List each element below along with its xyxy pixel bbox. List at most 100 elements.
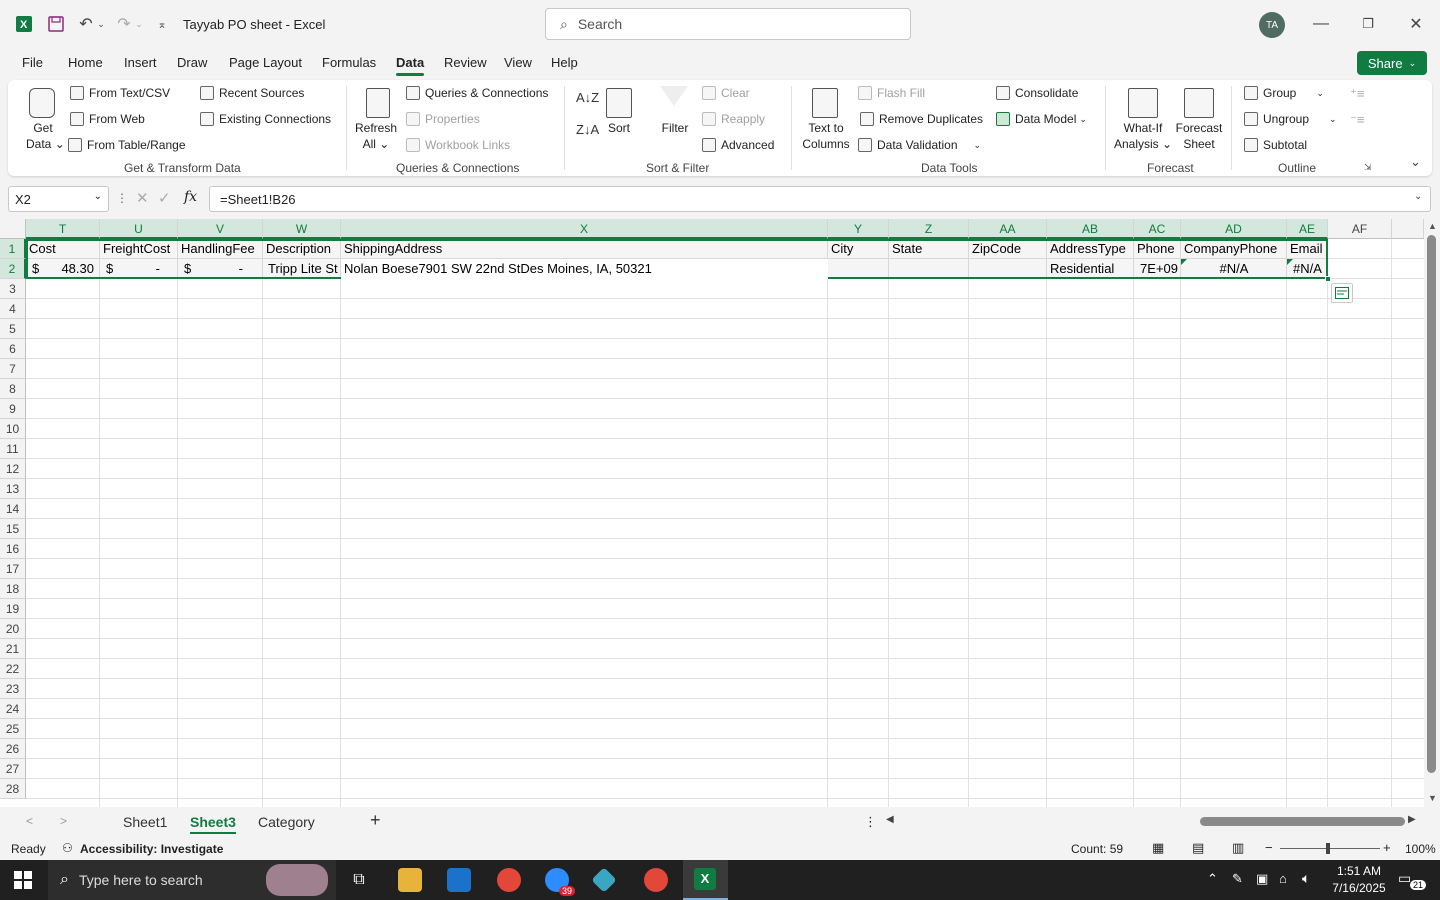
minimize-icon[interactable]: —: [1311, 14, 1331, 34]
row-header-16[interactable]: 16: [0, 539, 26, 559]
forecast-sheet-icon[interactable]: [1184, 88, 1214, 118]
existing-connections-button[interactable]: Existing Connections: [200, 112, 331, 126]
name-box[interactable]: X2 ⌄: [8, 186, 109, 212]
excel-taskbar-button[interactable]: X: [683, 860, 728, 900]
column-header-ab[interactable]: AB: [1047, 219, 1134, 239]
cell-ac2[interactable]: 7E+09: [1134, 259, 1181, 279]
undo-icon[interactable]: ↶: [76, 14, 96, 34]
select-all-corner[interactable]: [0, 219, 26, 239]
page-layout-view-icon[interactable]: ▤: [1192, 840, 1204, 856]
menu-home[interactable]: Home: [68, 55, 103, 70]
formula-input[interactable]: =Sheet1!B26: [209, 186, 1431, 212]
sort-button[interactable]: Sort: [604, 120, 634, 136]
cell-ac1[interactable]: Phone: [1134, 239, 1181, 259]
search-box[interactable]: ⌕ Search: [545, 8, 911, 40]
column-header-y[interactable]: Y: [828, 219, 889, 239]
sort-icon[interactable]: [606, 88, 632, 118]
column-header-z[interactable]: Z: [889, 219, 969, 239]
data-validation-button[interactable]: Data Validation ⌄: [858, 138, 981, 152]
what-if-analysis-icon[interactable]: [1128, 88, 1158, 118]
sheet-tab-category[interactable]: Category: [258, 814, 315, 830]
row-header-28[interactable]: 28: [0, 779, 26, 799]
add-sheet-button[interactable]: +: [370, 810, 381, 831]
row-header-18[interactable]: 18: [0, 579, 26, 599]
save-icon[interactable]: [46, 14, 66, 34]
avatar[interactable]: TA: [1259, 12, 1285, 38]
row-header-24[interactable]: 24: [0, 699, 26, 719]
share-button[interactable]: Share ⌄: [1357, 51, 1427, 75]
cell-y1[interactable]: City: [828, 239, 889, 259]
flash-fill-button[interactable]: Flash Fill: [858, 86, 925, 100]
column-header-t[interactable]: T: [26, 219, 100, 239]
column-header-w[interactable]: W: [263, 219, 341, 239]
row-header-17[interactable]: 17: [0, 559, 26, 579]
row-header-11[interactable]: 11: [0, 439, 26, 459]
scroll-down-icon[interactable]: ▼: [1428, 793, 1437, 803]
file-explorer-icon[interactable]: [398, 868, 422, 892]
more-options-icon[interactable]: ⋮: [116, 191, 128, 205]
sort-descending-icon[interactable]: Z↓A: [576, 122, 599, 137]
column-header-ad[interactable]: AD: [1181, 219, 1287, 239]
sheet-tab-sheet3[interactable]: Sheet3: [190, 814, 236, 834]
row-header-8[interactable]: 8: [0, 379, 26, 399]
filter-icon[interactable]: [660, 86, 688, 106]
cell-w1[interactable]: Description: [263, 239, 341, 259]
advanced-button[interactable]: Advanced: [702, 138, 774, 152]
menu-insert[interactable]: Insert: [124, 55, 157, 70]
task-view-icon[interactable]: ⧉: [347, 868, 371, 892]
scroll-right-icon[interactable]: ▶: [1408, 814, 1416, 825]
zoom-slider[interactable]: [1280, 848, 1380, 849]
row-header-25[interactable]: 25: [0, 719, 26, 739]
column-header-v[interactable]: V: [178, 219, 263, 239]
hide-detail-icon[interactable]: ⁻≡: [1350, 112, 1364, 128]
refresh-all-button[interactable]: Refresh All ⌄: [354, 120, 398, 152]
accessibility-icon[interactable]: ⚇: [62, 841, 73, 855]
row-header-19[interactable]: 19: [0, 599, 26, 619]
row-header-12[interactable]: 12: [0, 459, 26, 479]
row-header-15[interactable]: 15: [0, 519, 26, 539]
row-header-1[interactable]: 1: [0, 239, 26, 259]
row-header-26[interactable]: 26: [0, 739, 26, 759]
from-text-csv-button[interactable]: From Text/CSV: [70, 86, 170, 100]
chrome-icon[interactable]: [497, 868, 521, 892]
windows-start-icon[interactable]: [14, 871, 32, 892]
what-if-analysis-button[interactable]: What-If Analysis ⌄: [1114, 120, 1172, 152]
name-box-dropdown-icon[interactable]: ⌄: [94, 191, 102, 202]
volume-icon[interactable]: 🔈︎: [1302, 870, 1310, 887]
column-header-af[interactable]: AF: [1328, 219, 1392, 239]
cell-z1[interactable]: State: [889, 239, 969, 259]
cell-t2[interactable]: 48.30: [46, 259, 100, 279]
cell-u1[interactable]: FreightCost: [100, 239, 178, 259]
row-header-13[interactable]: 13: [0, 479, 26, 499]
zoom-in-icon[interactable]: +: [1383, 840, 1391, 855]
cell-ae2[interactable]: #N/A: [1287, 259, 1328, 279]
row-header-21[interactable]: 21: [0, 639, 26, 659]
scroll-left-icon[interactable]: ◀: [886, 814, 894, 825]
cell-x2-active[interactable]: Nolan Boese7901 SW 22nd StDes Moines, IA…: [341, 259, 828, 279]
row-header-2[interactable]: 2: [0, 259, 26, 279]
column-header-x[interactable]: X: [341, 219, 828, 239]
remove-duplicates-button[interactable]: Remove Duplicates: [860, 112, 983, 126]
normal-view-icon[interactable]: ▦: [1152, 840, 1164, 856]
undo-dropdown-icon[interactable]: ⌄: [96, 14, 106, 34]
cancel-icon[interactable]: ✕: [136, 189, 149, 207]
outline-settings-icon[interactable]: ⇲: [1364, 162, 1372, 173]
vertical-scrollbar[interactable]: ▲ ▼: [1424, 219, 1440, 807]
cell-ad2[interactable]: #N/A: [1181, 259, 1287, 279]
close-icon[interactable]: ✕: [1406, 14, 1426, 34]
subtotal-button[interactable]: Subtotal: [1244, 138, 1307, 152]
quick-analysis-icon[interactable]: [1331, 283, 1353, 303]
reapply-button[interactable]: Reapply: [702, 112, 765, 126]
group-button[interactable]: Group ⌄: [1244, 86, 1324, 100]
restore-icon[interactable]: ❐: [1358, 14, 1378, 34]
cell-t1[interactable]: Cost: [26, 239, 100, 259]
tray-chevron-icon[interactable]: ⌃: [1207, 871, 1218, 887]
cell-ad1[interactable]: CompanyPhone: [1181, 239, 1287, 259]
column-header-u[interactable]: U: [100, 219, 178, 239]
cell-w2[interactable]: Tripp Lite St: [263, 259, 341, 279]
column-header-ag[interactable]: [1392, 219, 1424, 239]
menu-review[interactable]: Review: [444, 55, 487, 70]
menu-formulas[interactable]: Formulas: [322, 55, 376, 70]
row-header-9[interactable]: 9: [0, 399, 26, 419]
row-header-5[interactable]: 5: [0, 319, 26, 339]
